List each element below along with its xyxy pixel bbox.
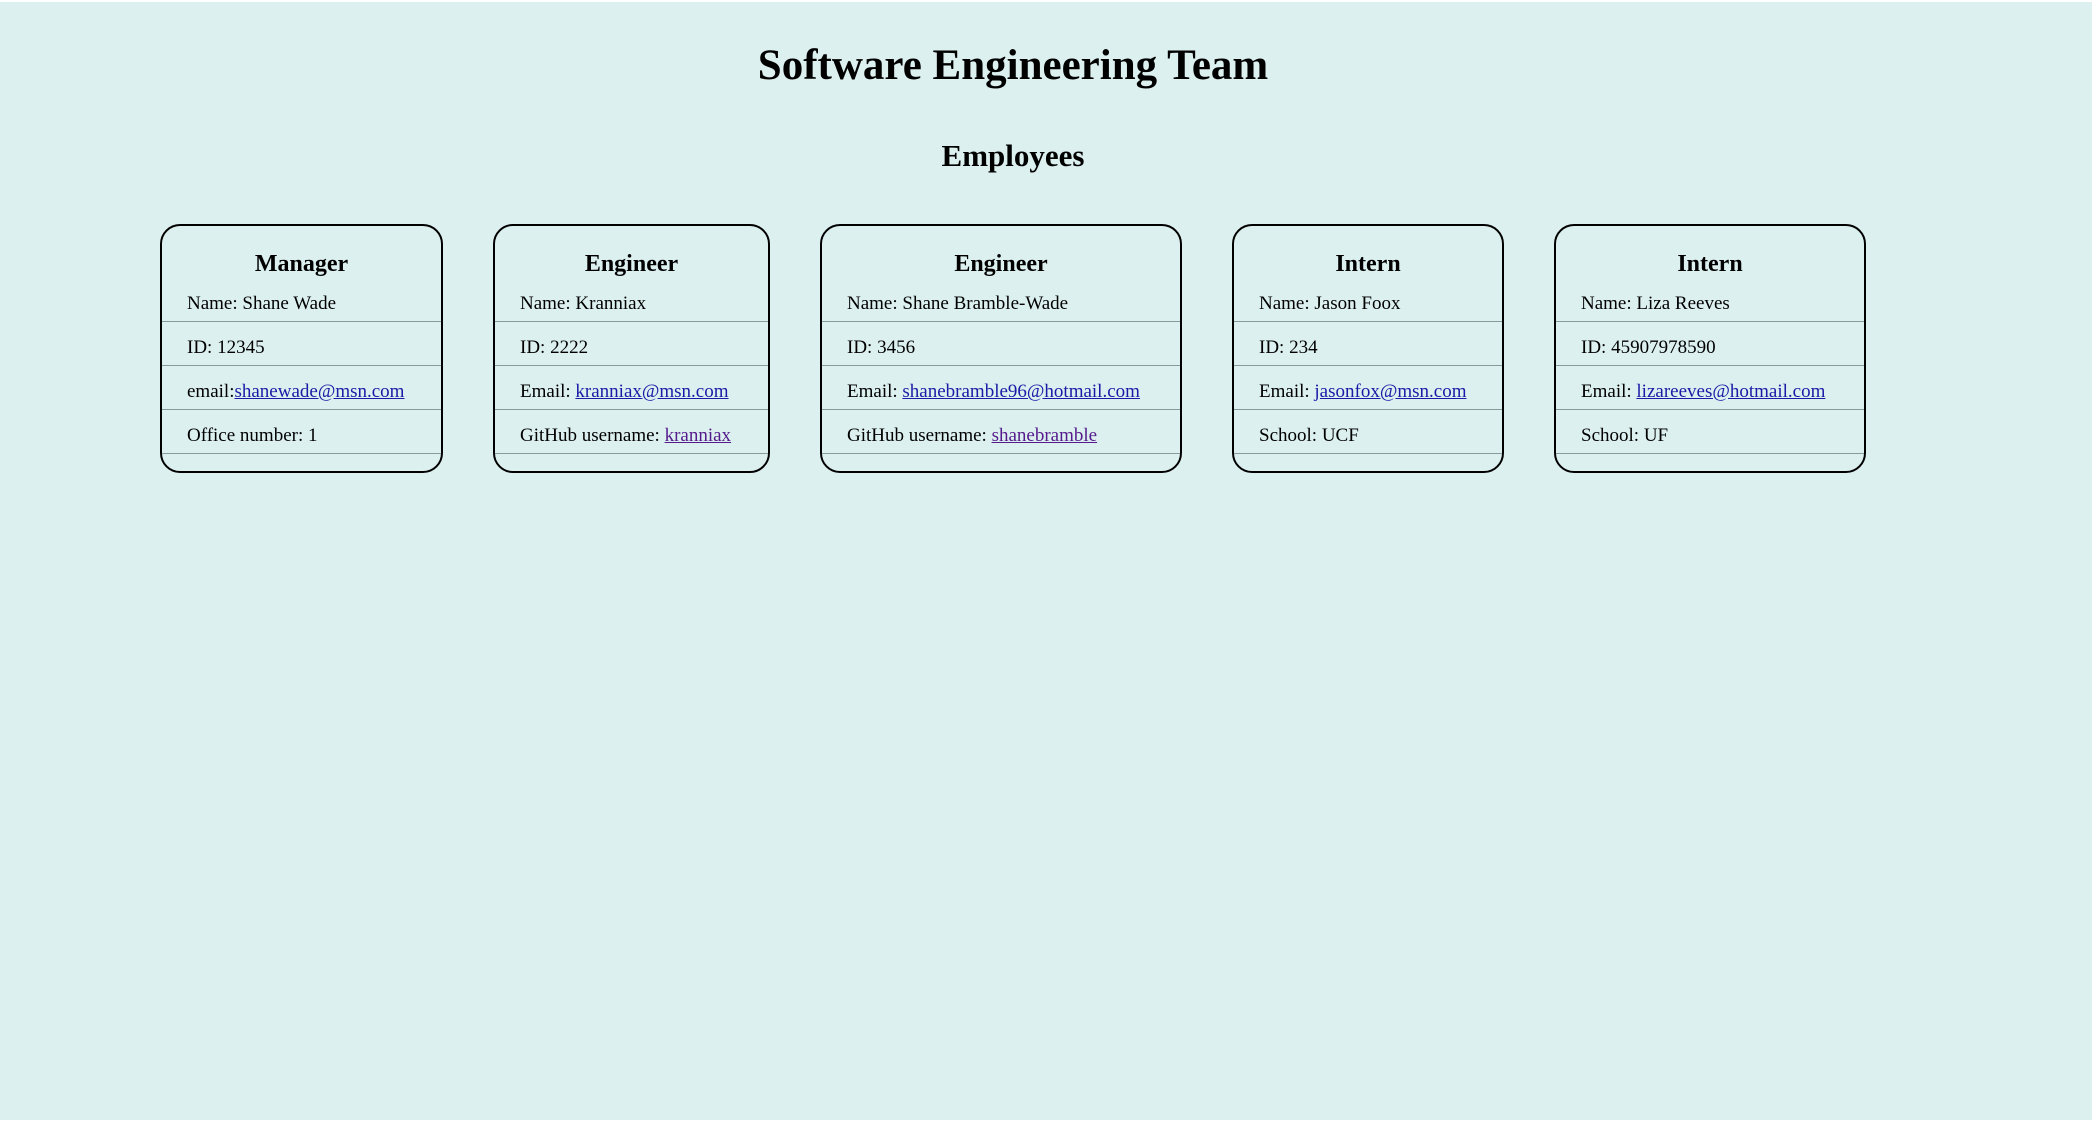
school-value: UCF: [1321, 425, 1359, 446]
name-label: Name:: [847, 293, 903, 314]
email-label: Email:: [1259, 381, 1315, 402]
school-label: School:: [1259, 425, 1322, 446]
card-github-row: GitHub username: shanebramble: [822, 410, 1180, 454]
card-id-row: ID: 45907978590: [1556, 322, 1864, 366]
name-label: Name:: [1581, 293, 1637, 314]
email-link[interactable]: shanebramble96@hotmail.com: [902, 381, 1140, 402]
card-id-row: ID: 12345: [162, 322, 441, 366]
name-value: Kranniax: [575, 293, 647, 314]
name-value: Jason Foox: [1314, 293, 1401, 314]
page-title: Software Engineering Team: [757, 42, 1269, 89]
name-label: Name:: [1259, 293, 1315, 314]
id-label: ID:: [1581, 337, 1612, 358]
id-label: ID:: [187, 337, 218, 358]
card-name-row: Name: Shane Bramble-Wade: [822, 278, 1180, 322]
card-id-row: ID: 3456: [822, 322, 1180, 366]
email-link[interactable]: shanewade@msn.com: [234, 381, 404, 402]
id-value: 2222: [550, 337, 589, 358]
email-link[interactable]: jasonfox@msn.com: [1314, 381, 1466, 402]
card-id-row: ID: 234: [1234, 322, 1502, 366]
card-email-row: email:shanewade@msn.com: [162, 366, 441, 410]
card-email-row: Email: jasonfox@msn.com: [1234, 366, 1502, 410]
card-school-row: School: UF: [1556, 410, 1864, 454]
card-role-title: Intern: [1335, 251, 1401, 277]
email-label: email:: [187, 381, 235, 402]
name-label: Name:: [187, 293, 243, 314]
card-name-row: Name: Kranniax: [495, 278, 768, 322]
card-school-row: School: UCF: [1234, 410, 1502, 454]
card-name-row: Name: Liza Reeves: [1556, 278, 1864, 322]
card-email-row: Email: kranniax@msn.com: [495, 366, 768, 410]
name-value: Shane Wade: [242, 293, 337, 314]
github-link[interactable]: shanebramble: [992, 425, 1098, 446]
github-label: GitHub username:: [847, 425, 992, 446]
id-value: 3456: [877, 337, 916, 358]
card-role-title: Intern: [1677, 251, 1743, 277]
office-value: 1: [308, 425, 318, 446]
name-value: Liza Reeves: [1636, 293, 1730, 314]
page-background: Software Engineering Team Employees Mana…: [0, 2, 2092, 1120]
card-role-title: Manager: [254, 251, 349, 277]
id-label: ID:: [847, 337, 878, 358]
id-label: ID:: [1259, 337, 1290, 358]
card-id-row: ID: 2222: [495, 322, 768, 366]
school-label: School:: [1581, 425, 1644, 446]
email-label: Email:: [1581, 381, 1637, 402]
office-label: Office number:: [187, 425, 308, 446]
id-value: 234: [1289, 337, 1318, 358]
school-value: UF: [1643, 425, 1669, 446]
card-name-row: Name: Shane Wade: [162, 278, 441, 322]
card-github-row: GitHub username: kranniax: [495, 410, 768, 454]
name-label: Name:: [520, 293, 576, 314]
card-office-row: Office number: 1: [162, 410, 441, 454]
email-label: Email:: [520, 381, 576, 402]
id-label: ID:: [520, 337, 551, 358]
name-value: Shane Bramble-Wade: [902, 293, 1069, 314]
card-role-title: Engineer: [954, 251, 1048, 277]
card-role-title: Engineer: [584, 251, 679, 277]
section-title-employees: Employees: [941, 138, 1085, 173]
github-label: GitHub username:: [520, 425, 665, 446]
email-link[interactable]: lizareeves@hotmail.com: [1636, 381, 1825, 402]
email-label: Email:: [847, 381, 903, 402]
github-link[interactable]: kranniax: [665, 425, 731, 446]
card-email-row: Email: shanebramble96@hotmail.com: [822, 366, 1180, 410]
card-email-row: Email: lizareeves@hotmail.com: [1556, 366, 1864, 410]
card-name-row: Name: Jason Foox: [1234, 278, 1502, 322]
email-link[interactable]: kranniax@msn.com: [575, 381, 728, 402]
id-value: 45907978590: [1611, 337, 1716, 358]
id-value: 12345: [217, 337, 265, 358]
